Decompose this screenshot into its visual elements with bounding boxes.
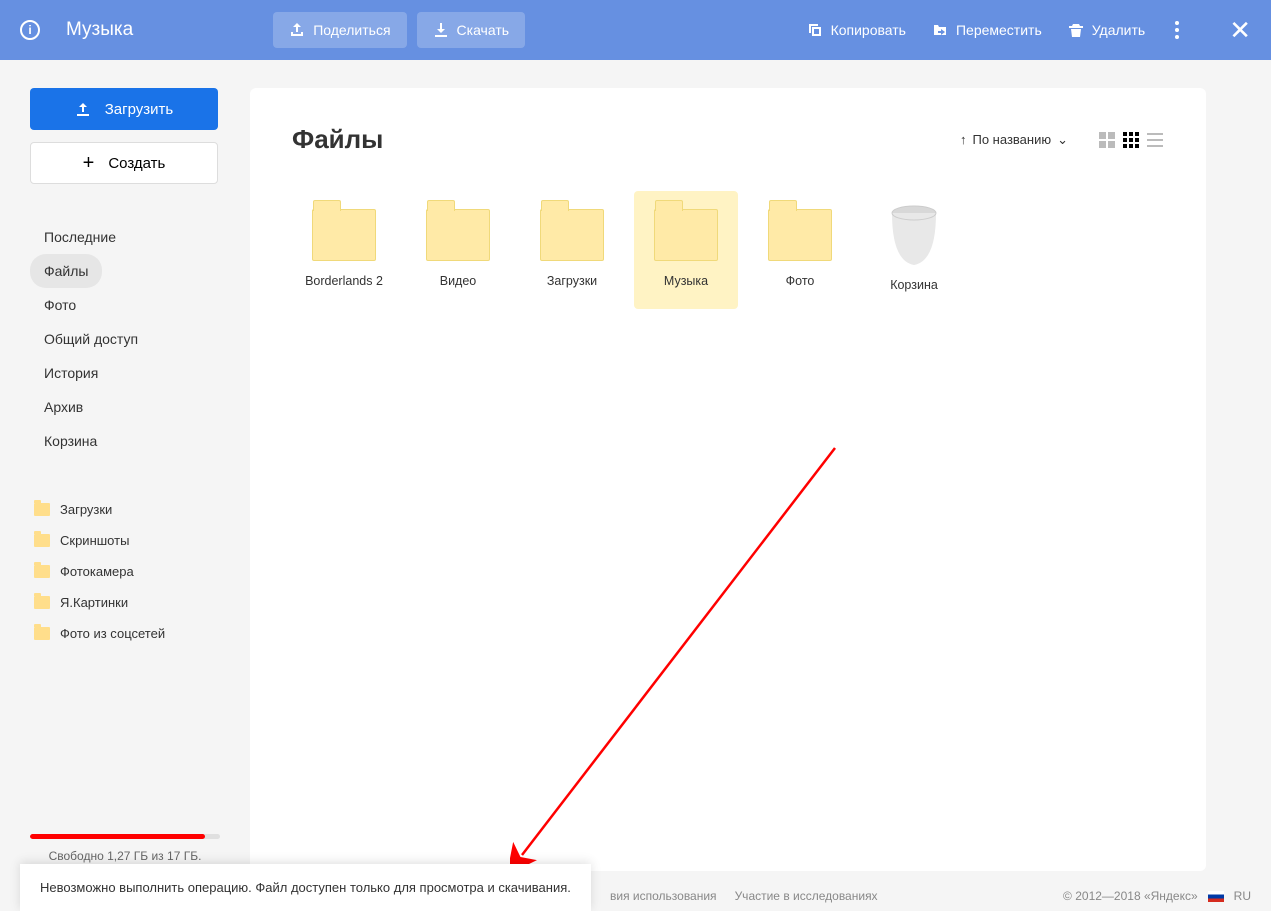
create-label: Создать [108,155,165,172]
folder-mini-icon [34,627,50,640]
flag-ru-icon [1208,891,1224,902]
quick-folder-1[interactable]: Скриншоты [30,525,220,556]
move-icon [932,22,948,38]
share-label: Поделиться [313,22,390,38]
file-item-name: Корзина [862,277,966,293]
file-item-3[interactable]: Музыка [634,191,738,309]
file-item-1[interactable]: Видео [406,191,510,309]
file-grid: Borderlands 2 Видео Загрузки Музыка Фото Корз… [292,191,1164,309]
file-item-name: Видео [406,273,510,289]
copy-label: Копировать [831,22,906,38]
footer-copyright: © 2012—2018 «Яндекс» [1063,889,1198,903]
quick-folder-label: Скриншоты [60,533,129,548]
quick-folder-label: Загрузки [60,502,112,517]
more-menu-button[interactable] [1171,21,1183,39]
share-button[interactable]: Поделиться [273,12,406,48]
arrow-up-icon: ↑ [960,132,967,147]
quick-folders: Загрузки Скриншоты Фотокамера Я.Картинки Фот… [30,494,220,649]
folder-mini-icon [34,534,50,547]
plus-icon: + [83,152,95,175]
download-label: Скачать [457,22,510,38]
view-large-grid-icon[interactable] [1098,131,1116,149]
nav-item-6[interactable]: Корзина [30,424,220,458]
move-label: Переместить [956,22,1042,38]
quick-folder-2[interactable]: Фотокамера [30,556,220,587]
nav-item-5[interactable]: Архив [30,390,220,424]
view-switcher [1098,131,1164,149]
close-selection-button[interactable]: ✕ [1229,15,1251,46]
nav-item-3[interactable]: Общий доступ [30,322,220,356]
folder-mini-icon [34,565,50,578]
sidebar: Загрузить + Создать ПоследниеФайлыФотоОб… [0,60,250,911]
quick-folder-0[interactable]: Загрузки [30,494,220,525]
folder-icon [426,209,490,261]
folder-icon [654,209,718,261]
file-item-name: Загрузки [520,273,624,289]
folder-icon [312,209,376,261]
create-button[interactable]: + Создать [30,142,218,184]
selection-title: Музыка [66,19,133,41]
copy-button[interactable]: Копировать [807,22,906,38]
trash-icon [1068,22,1084,38]
chevron-down-icon: ⌄ [1057,132,1068,148]
view-small-grid-icon[interactable] [1122,131,1140,149]
sort-label: По названию [973,132,1052,147]
folder-mini-icon [34,596,50,609]
share-icon [289,22,305,38]
quick-folder-3[interactable]: Я.Картинки [30,587,220,618]
nav-item-4[interactable]: История [30,356,220,390]
quick-folder-label: Фотокамера [60,564,134,579]
file-item-4[interactable]: Фото [748,191,852,309]
file-item-name: Фото [748,273,852,289]
storage-text: Свободно 1,27 ГБ из 17 ГБ. [30,849,220,863]
file-item-0[interactable]: Borderlands 2 [292,191,396,309]
selection-toolbar: i Музыка Поделиться Скачать Копировать П… [0,0,1271,60]
upload-label: Загрузить [105,101,174,118]
folder-icon [768,209,832,261]
delete-button[interactable]: Удалить [1068,22,1145,38]
quick-folder-label: Я.Картинки [60,595,128,610]
download-button[interactable]: Скачать [417,12,526,48]
upload-button[interactable]: Загрузить [30,88,218,130]
nav-section: ПоследниеФайлыФотоОбщий доступИсторияАрх… [30,220,220,458]
file-item-5[interactable]: Корзина [862,191,966,309]
trash-bin-icon [886,205,942,267]
view-list-icon[interactable] [1146,131,1164,149]
delete-label: Удалить [1092,22,1145,38]
storage-fill [30,834,205,839]
quick-folder-4[interactable]: Фото из соцсетей [30,618,220,649]
page-title: Файлы [292,124,383,155]
info-icon[interactable]: i [20,20,40,40]
upload-icon [75,101,91,117]
download-icon [433,22,449,38]
file-item-name: Borderlands 2 [292,273,396,289]
footer-lang[interactable]: RU [1234,889,1251,903]
file-item-name: Музыка [634,273,738,289]
footer-terms-link[interactable]: вия использования [610,889,717,903]
file-item-2[interactable]: Загрузки [520,191,624,309]
file-browser: Файлы ↑ По названию ⌄ Borderlands 2 Видео… [250,88,1206,871]
folder-icon [540,209,604,261]
folder-mini-icon [34,503,50,516]
error-toast: Невозможно выполнить операцию. Файл дост… [20,864,591,911]
storage-meter: Свободно 1,27 ГБ из 17 ГБ. [30,834,220,863]
copy-icon [807,22,823,38]
sort-dropdown[interactable]: ↑ По названию ⌄ [960,132,1068,148]
quick-folder-label: Фото из соцсетей [60,626,165,641]
footer-research-link[interactable]: Участие в исследованиях [735,889,878,903]
move-button[interactable]: Переместить [932,22,1042,38]
nav-item-0[interactable]: Последние [30,220,220,254]
nav-item-2[interactable]: Фото [30,288,220,322]
nav-item-1[interactable]: Файлы [30,254,102,288]
